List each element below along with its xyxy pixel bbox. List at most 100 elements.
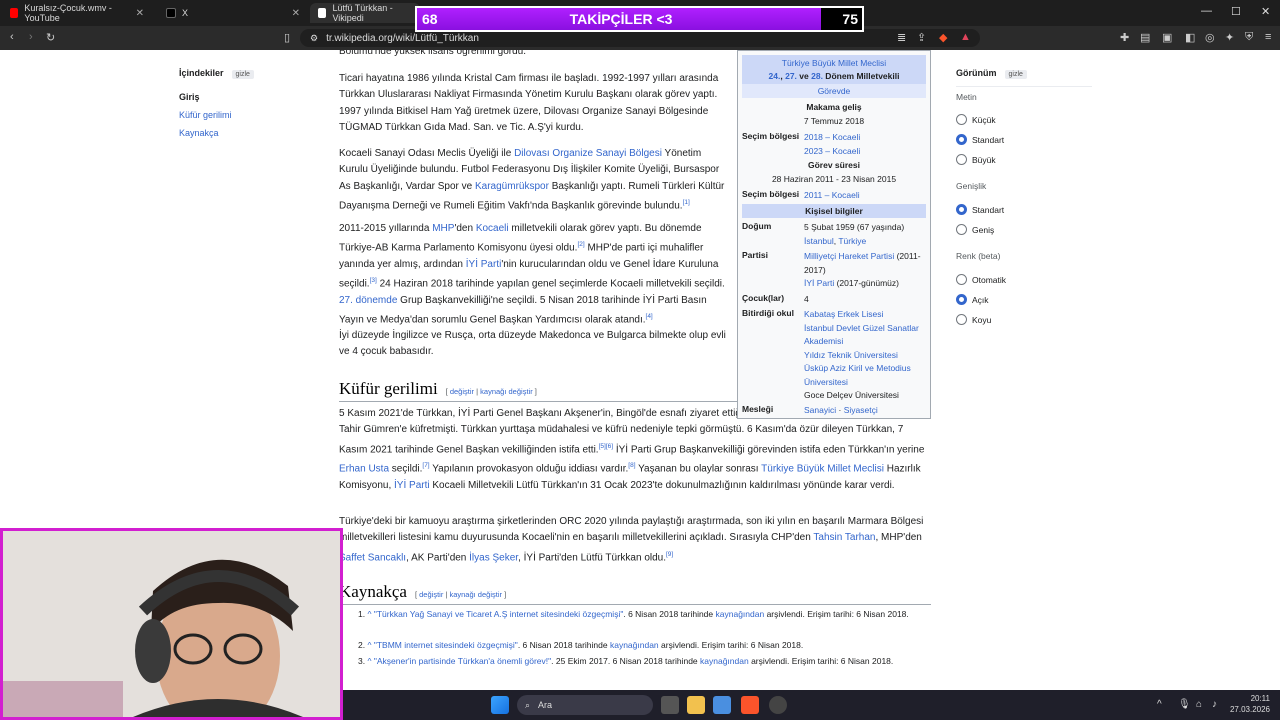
clock-time[interactable]: 20:11 bbox=[1232, 694, 1270, 703]
bookmark-icon[interactable]: ▯ bbox=[284, 31, 290, 44]
network-icon[interactable]: ⌂ bbox=[1196, 699, 1202, 710]
link-iyi-parti[interactable]: İYİ Parti bbox=[394, 480, 430, 491]
brave-shield-icon[interactable]: ◆ bbox=[939, 31, 947, 44]
radio-color-light[interactable]: Açık bbox=[956, 294, 989, 305]
link-erhan-usta[interactable]: Erhan Usta bbox=[339, 464, 389, 475]
citation[interactable]: [8] bbox=[628, 462, 635, 469]
link-2023-kocaeli[interactable]: 2023 – Kocaeli bbox=[804, 146, 860, 156]
reload-icon[interactable]: ↻ bbox=[46, 31, 55, 44]
link-term-27[interactable]: 27. bbox=[785, 71, 797, 81]
ref-title-link[interactable]: "TBMM internet sitesindeki özgeçmişi" bbox=[374, 640, 518, 650]
radio-color-auto[interactable]: Otomatik bbox=[956, 274, 1006, 285]
link-iyi-parti[interactable]: İYİ Parti bbox=[804, 278, 834, 288]
menu-icon[interactable]: ≡ bbox=[1265, 31, 1271, 43]
citation[interactable]: [5][6] bbox=[599, 443, 613, 450]
link-27-donem[interactable]: 27. dönemde bbox=[339, 295, 397, 306]
link-school[interactable]: Yıldız Teknik Üniversitesi bbox=[804, 350, 898, 360]
brave-browser-icon[interactable] bbox=[741, 696, 759, 714]
edit-link[interactable]: değiştir bbox=[419, 590, 443, 599]
tab-youtube[interactable]: Kuralsız-Çocuk.wmv - YouTube ✕ bbox=[2, 3, 152, 23]
citation[interactable]: [3] bbox=[370, 277, 377, 284]
link-istanbul[interactable]: İstanbul bbox=[804, 236, 834, 246]
tray-chevron-icon[interactable]: ^ bbox=[1157, 699, 1162, 710]
clock-date[interactable]: 27.03.2026 bbox=[1222, 705, 1270, 714]
share-icon[interactable]: ⇪ bbox=[917, 31, 926, 44]
citation[interactable]: [2] bbox=[577, 241, 584, 248]
link-school[interactable]: İstanbul Devlet Güzel Sanatlar Akademisi bbox=[804, 323, 919, 347]
taskbar-search[interactable]: ⌕ Ara bbox=[517, 695, 653, 715]
link-school[interactable]: Üsküp Aziz Kiril ve Metodius Üniversites… bbox=[804, 363, 911, 387]
rewards-icon[interactable]: ▲ bbox=[960, 31, 971, 43]
extensions-icon[interactable]: ✚ bbox=[1120, 31, 1129, 44]
link-ilyas-seker[interactable]: İlyas Şeker bbox=[469, 552, 518, 563]
link-iyi-parti[interactable]: İYİ Parti bbox=[466, 259, 502, 270]
obs-icon[interactable] bbox=[769, 696, 787, 714]
link-kocaeli[interactable]: Kocaeli bbox=[476, 223, 509, 234]
toc-item-kaynakca[interactable]: Kaynakça bbox=[179, 128, 219, 138]
link-school[interactable]: Kabataş Erkek Lisesi bbox=[804, 309, 883, 319]
ref-archive-link[interactable]: kaynağından bbox=[716, 609, 765, 619]
leo-icon[interactable]: ✦ bbox=[1225, 31, 1234, 44]
minimize-icon[interactable]: — bbox=[1201, 5, 1212, 17]
volume-icon[interactable]: ♪ bbox=[1212, 699, 1217, 710]
panel-icon[interactable]: ◧ bbox=[1185, 31, 1195, 44]
profile-icon[interactable]: ◎ bbox=[1205, 31, 1215, 44]
link-karagumrukspor[interactable]: Karagümrükspor bbox=[475, 181, 549, 192]
citation[interactable]: [1] bbox=[683, 199, 690, 206]
site-info-icon[interactable]: ⚙ bbox=[310, 33, 318, 44]
radio-color-dark[interactable]: Koyu bbox=[956, 314, 991, 325]
link-2018-kocaeli[interactable]: 2018 – Kocaeli bbox=[804, 132, 860, 142]
maximize-icon[interactable]: ☐ bbox=[1231, 5, 1241, 18]
start-icon[interactable] bbox=[491, 696, 509, 714]
edit-link[interactable]: değiştir bbox=[450, 387, 474, 396]
appearance-hide-button[interactable]: gizle bbox=[1004, 70, 1027, 79]
link-tahsin-tarhan[interactable]: Tahsin Tarhan bbox=[813, 532, 875, 543]
toc-item-giris[interactable]: Giriş bbox=[179, 92, 200, 102]
link-saffet-sancakli[interactable]: Saffet Sancaklı bbox=[339, 552, 406, 563]
microphone-icon[interactable]: 🎙 bbox=[1178, 699, 1191, 710]
citation[interactable]: [7] bbox=[422, 462, 429, 469]
radio-text-small[interactable]: Küçük bbox=[956, 114, 996, 125]
reader-icon[interactable]: ≣ bbox=[897, 31, 906, 44]
edit-source-link[interactable]: kaynağı değiştir bbox=[449, 590, 502, 599]
link-term-24[interactable]: 24. bbox=[769, 71, 781, 81]
link-2011-kocaeli[interactable]: 2011 – Kocaeli bbox=[804, 190, 860, 200]
sidebar-icon[interactable]: ▤ bbox=[1140, 31, 1150, 44]
tab-x[interactable]: X ✕ bbox=[158, 3, 308, 23]
link-dilovasi[interactable]: Dilovası Organize Sanayi Bölgesi bbox=[514, 148, 662, 159]
ref-archive-link[interactable]: kaynağından bbox=[700, 656, 749, 666]
forward-icon[interactable]: › bbox=[29, 31, 33, 43]
link-tbmm[interactable]: Türkiye Büyük Millet Meclisi bbox=[761, 464, 884, 475]
task-view-icon[interactable] bbox=[661, 696, 679, 714]
radio-width-wide[interactable]: Geniş bbox=[956, 224, 994, 235]
close-window-icon[interactable]: ✕ bbox=[1261, 5, 1270, 18]
radio-width-standard[interactable]: Standart bbox=[956, 204, 1004, 215]
edit-source-link[interactable]: kaynağı değiştir bbox=[480, 387, 533, 396]
store-icon[interactable] bbox=[713, 696, 731, 714]
ref-archive-link[interactable]: kaynağından bbox=[610, 640, 659, 650]
ref-backlink[interactable]: ^ bbox=[367, 609, 371, 619]
toc-hide-button[interactable]: gizle bbox=[231, 70, 254, 79]
ref-title-link[interactable]: "Akşener'in partisinde Türkkan'a önemli … bbox=[374, 656, 551, 666]
link-turkiye[interactable]: Türkiye bbox=[838, 236, 866, 246]
ref-backlink[interactable]: ^ bbox=[367, 640, 371, 650]
link-sanayici[interactable]: Sanayici bbox=[804, 405, 836, 415]
link-siyasetci[interactable]: Siyasetçi bbox=[844, 405, 878, 415]
citation[interactable]: [4] bbox=[646, 313, 653, 320]
link-mhp[interactable]: Milliyetçi Hareket Partisi bbox=[804, 251, 894, 261]
vpn-icon[interactable]: ⛨ bbox=[1245, 31, 1253, 44]
back-icon[interactable]: ‹ bbox=[10, 31, 14, 43]
link-term-28[interactable]: 28. bbox=[811, 71, 823, 81]
radio-text-standard[interactable]: Standart bbox=[956, 134, 1004, 145]
link-tbmm[interactable]: Türkiye Büyük Millet Meclisi bbox=[782, 58, 886, 68]
file-explorer-icon[interactable] bbox=[687, 696, 705, 714]
toc-item-kufur[interactable]: Küfür gerilimi bbox=[179, 110, 232, 120]
tab-wikipedia[interactable]: Lütfü Türkkan - Vikipedi bbox=[310, 3, 420, 23]
close-icon[interactable]: ✕ bbox=[292, 8, 300, 19]
citation[interactable]: [9] bbox=[666, 551, 673, 558]
ref-backlink[interactable]: ^ bbox=[367, 656, 371, 666]
close-icon[interactable]: ✕ bbox=[136, 8, 144, 19]
wallet-icon[interactable]: ▣ bbox=[1162, 31, 1172, 44]
ref-title-link[interactable]: "Türkkan Yağ Sanayi ve Ticaret A.Ş inter… bbox=[374, 609, 624, 619]
link-mhp[interactable]: MHP bbox=[432, 223, 454, 234]
